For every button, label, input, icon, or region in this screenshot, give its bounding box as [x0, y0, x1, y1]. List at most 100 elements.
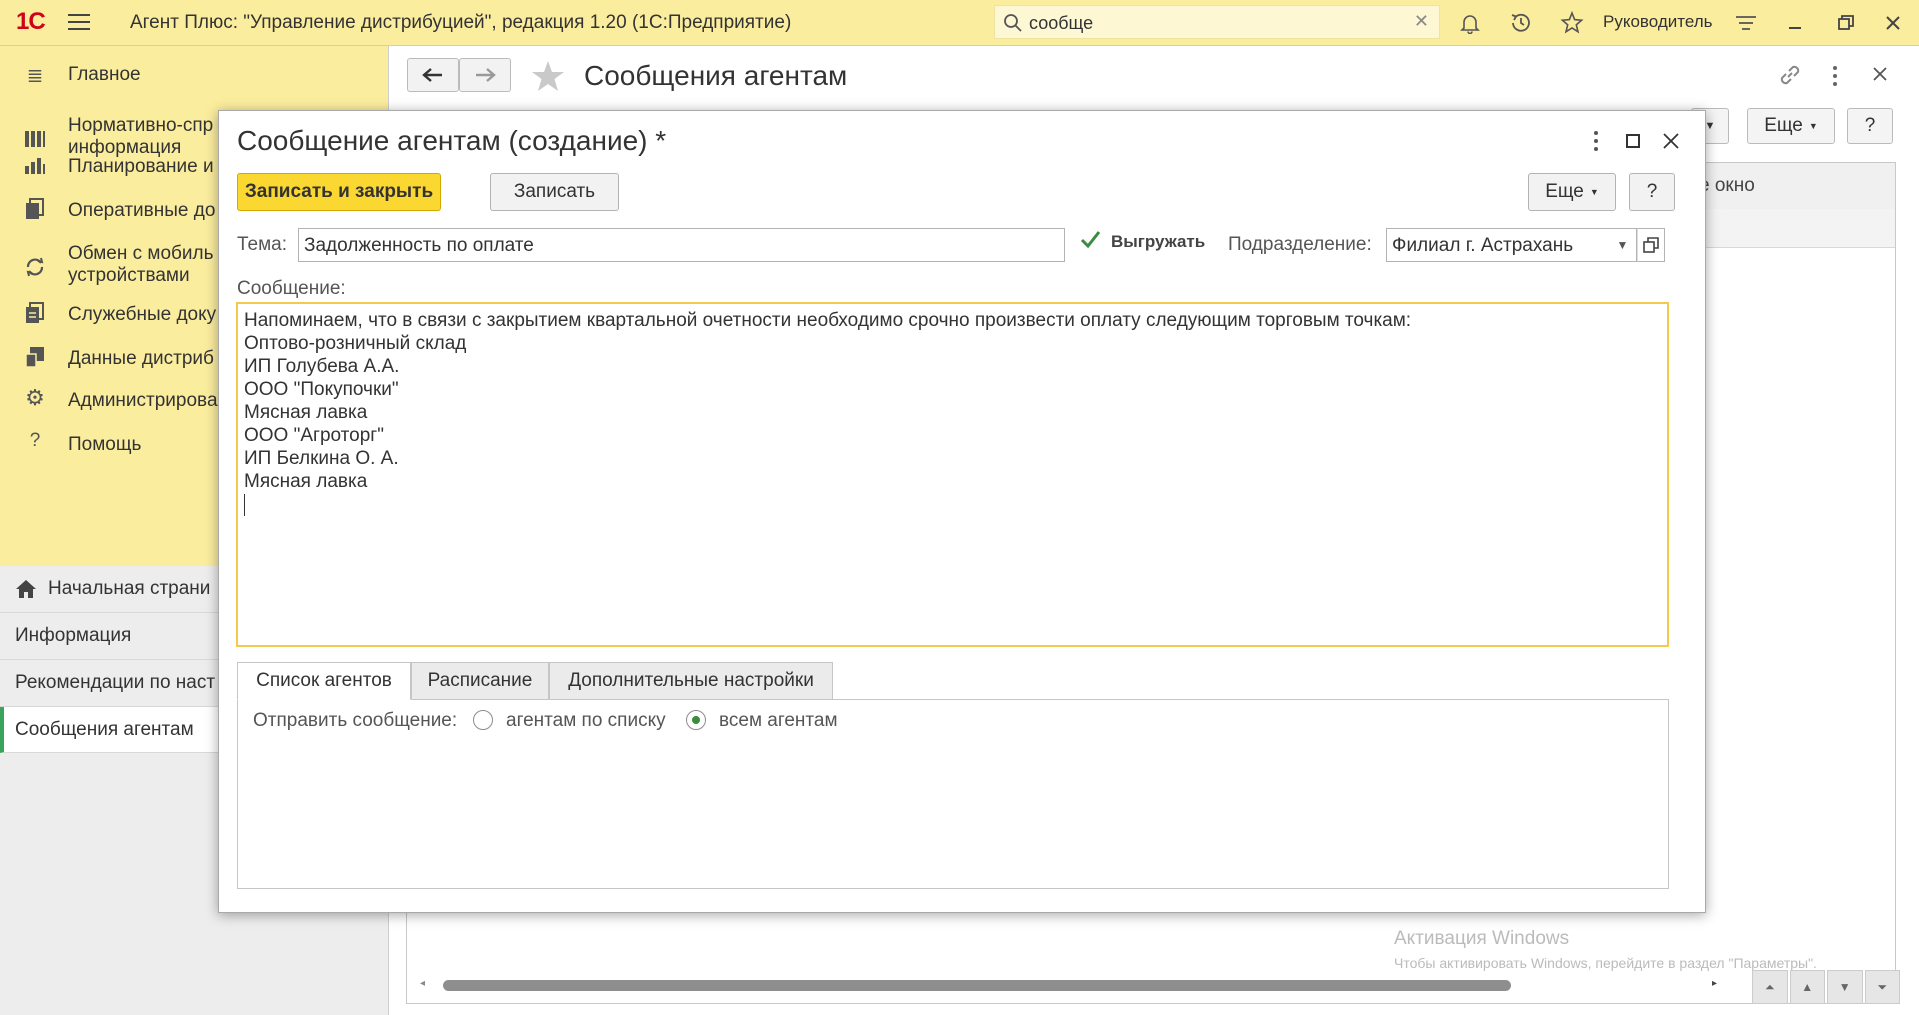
data-icon [22, 344, 48, 370]
help-icon: ? [29, 430, 41, 451]
forward-button[interactable] [459, 58, 511, 92]
scroll-up-button[interactable]: ▲ [1789, 970, 1825, 1004]
message-line: Мясная лавка [244, 471, 368, 492]
save-and-close-button[interactable]: Записать и закрыть [237, 173, 441, 211]
list-icon: ≣ [26, 64, 44, 87]
dialog-more-actions-icon[interactable] [1581, 126, 1611, 156]
more-label: Еще [1545, 181, 1584, 202]
search-input[interactable]: сообще ✕ [994, 5, 1440, 39]
message-line: ООО "Покупочки" [244, 379, 399, 400]
app-logo: 1С [16, 8, 46, 35]
favorite-star-icon[interactable] [531, 60, 565, 92]
radio-agents-by-list[interactable] [473, 710, 493, 730]
section-label: Администрирова [68, 390, 218, 411]
section-label: Данные дистриб [68, 348, 214, 369]
message-textarea[interactable]: Напоминаем, что в связи с закрытием квар… [236, 302, 1669, 647]
close-app-icon[interactable] [1878, 8, 1908, 38]
section-label: Оперативные до [68, 200, 216, 221]
division-field[interactable]: Филиал г. Астрахань [1386, 228, 1610, 262]
tab-agents-list[interactable]: Список агентов [237, 662, 411, 700]
main-menu-icon[interactable] [68, 11, 92, 33]
section-label-line2: устройствами [68, 265, 190, 286]
radio-all-agents[interactable] [686, 710, 706, 730]
message-line: ИП Белкина О. А. [244, 448, 399, 469]
horizontal-scrollbar[interactable] [443, 980, 1511, 991]
scroll-top-button[interactable]: ⏶ [1752, 970, 1788, 1004]
dialog-title: Сообщение агентам (создание) * [237, 125, 667, 156]
bell-icon[interactable] [1455, 8, 1485, 38]
division-label: Подразделение: [1228, 234, 1372, 255]
favorites-star-icon[interactable] [1557, 8, 1587, 38]
scroll-right-icon[interactable]: ▸ [1712, 978, 1717, 989]
radio-all-agents-label[interactable]: всем агентам [719, 710, 838, 732]
close-dialog-icon[interactable] [1656, 126, 1686, 156]
scroll-left-icon[interactable]: ◂ [420, 978, 425, 989]
app-title: Агент Плюс: "Управление дистрибуцией", р… [130, 12, 792, 33]
help-button[interactable]: ? [1629, 173, 1675, 211]
clear-search-icon[interactable]: ✕ [1414, 11, 1429, 32]
bg-more-label: Еще [1764, 115, 1803, 136]
bg-more-button[interactable]: Еще ▼ [1747, 108, 1835, 144]
windows-activation-text: Чтобы активировать Windows, перейдите в … [1394, 955, 1817, 971]
message-line: Напоминаем, что в связи с закрытием квар… [244, 310, 1412, 331]
more-button[interactable]: Еще ▼ [1528, 173, 1616, 211]
tab-additional-settings[interactable]: Дополнительные настройки [549, 662, 833, 700]
window-item-label: Информация [15, 625, 132, 646]
open-form-icon [1643, 237, 1659, 253]
section-label: Обмен с мобиль [68, 243, 214, 264]
column-header: е окно [1699, 175, 1755, 196]
chevron-down-icon: ▼ [1589, 187, 1599, 197]
settings-menu-icon[interactable] [1731, 8, 1761, 38]
history-icon[interactable] [1506, 8, 1536, 38]
window-item-label: Рекомендации по наст [15, 672, 216, 693]
section-label: Нормативно-спр [68, 115, 214, 136]
section-label: Служебные доку [68, 304, 217, 325]
chevron-down-icon: ▼ [1616, 238, 1629, 252]
chevron-down-icon: ▼ [1704, 120, 1716, 132]
tab-schedule[interactable]: Расписание [411, 662, 549, 700]
restore-window-icon[interactable] [1831, 8, 1861, 38]
chevron-down-icon: ▼ [1808, 121, 1818, 131]
arrow-right-icon [476, 68, 496, 82]
bar-chart-icon [22, 152, 48, 178]
radio-agents-by-list-label[interactable]: агентам по списку [506, 710, 666, 732]
checkmark-icon [1080, 231, 1101, 249]
agents-list-panel: Отправить сообщение: агентам по списку в… [237, 699, 1669, 889]
section-main[interactable]: ≣ Главное [0, 60, 388, 90]
more-actions-icon[interactable] [1825, 62, 1845, 90]
user-name[interactable]: Руководитель [1603, 12, 1713, 32]
message-line: Мясная лавка [244, 402, 368, 423]
search-icon [1004, 14, 1022, 32]
window-item-label: Сообщения агентам [15, 719, 194, 740]
top-bar: 1С Агент Плюс: "Управление дистрибуцией"… [0, 0, 1919, 46]
page-title: Сообщения агентам [584, 60, 848, 91]
gear-icon: ⚙ [25, 385, 45, 410]
scroll-bottom-button[interactable]: ⏷ [1864, 970, 1900, 1004]
window-item-label: Начальная страни [48, 578, 211, 599]
back-button[interactable] [407, 58, 459, 92]
arrow-left-icon [422, 68, 442, 82]
home-icon [16, 580, 36, 598]
bg-help-button[interactable]: ? [1847, 108, 1893, 144]
topic-field[interactable]: Задолженность по оплате [298, 228, 1065, 262]
link-icon[interactable] [1777, 62, 1805, 90]
export-label[interactable]: Выгружать [1111, 232, 1205, 252]
close-window-icon[interactable] [1869, 63, 1893, 87]
radio-selected-dot [692, 716, 700, 724]
minimize-window-icon[interactable] [1780, 8, 1810, 38]
section-label: Помощь [68, 434, 142, 455]
windows-activation-title: Активация Windows [1394, 928, 1570, 949]
topic-label: Тема: [237, 234, 288, 255]
division-dropdown-button[interactable]: ▼ [1609, 228, 1637, 262]
save-button[interactable]: Записать [490, 173, 619, 211]
export-checkbox[interactable] [1079, 229, 1101, 251]
service-documents-icon [22, 300, 48, 326]
sync-icon [22, 254, 48, 280]
scroll-down-button[interactable]: ▼ [1827, 970, 1863, 1004]
message-line: ООО "Агроторг" [244, 425, 384, 446]
section-label: Планирование и [68, 156, 214, 177]
text-caret [244, 494, 245, 516]
maximize-dialog-icon[interactable] [1618, 126, 1648, 156]
message-label: Сообщение: [237, 278, 346, 299]
division-open-button[interactable] [1637, 228, 1665, 262]
